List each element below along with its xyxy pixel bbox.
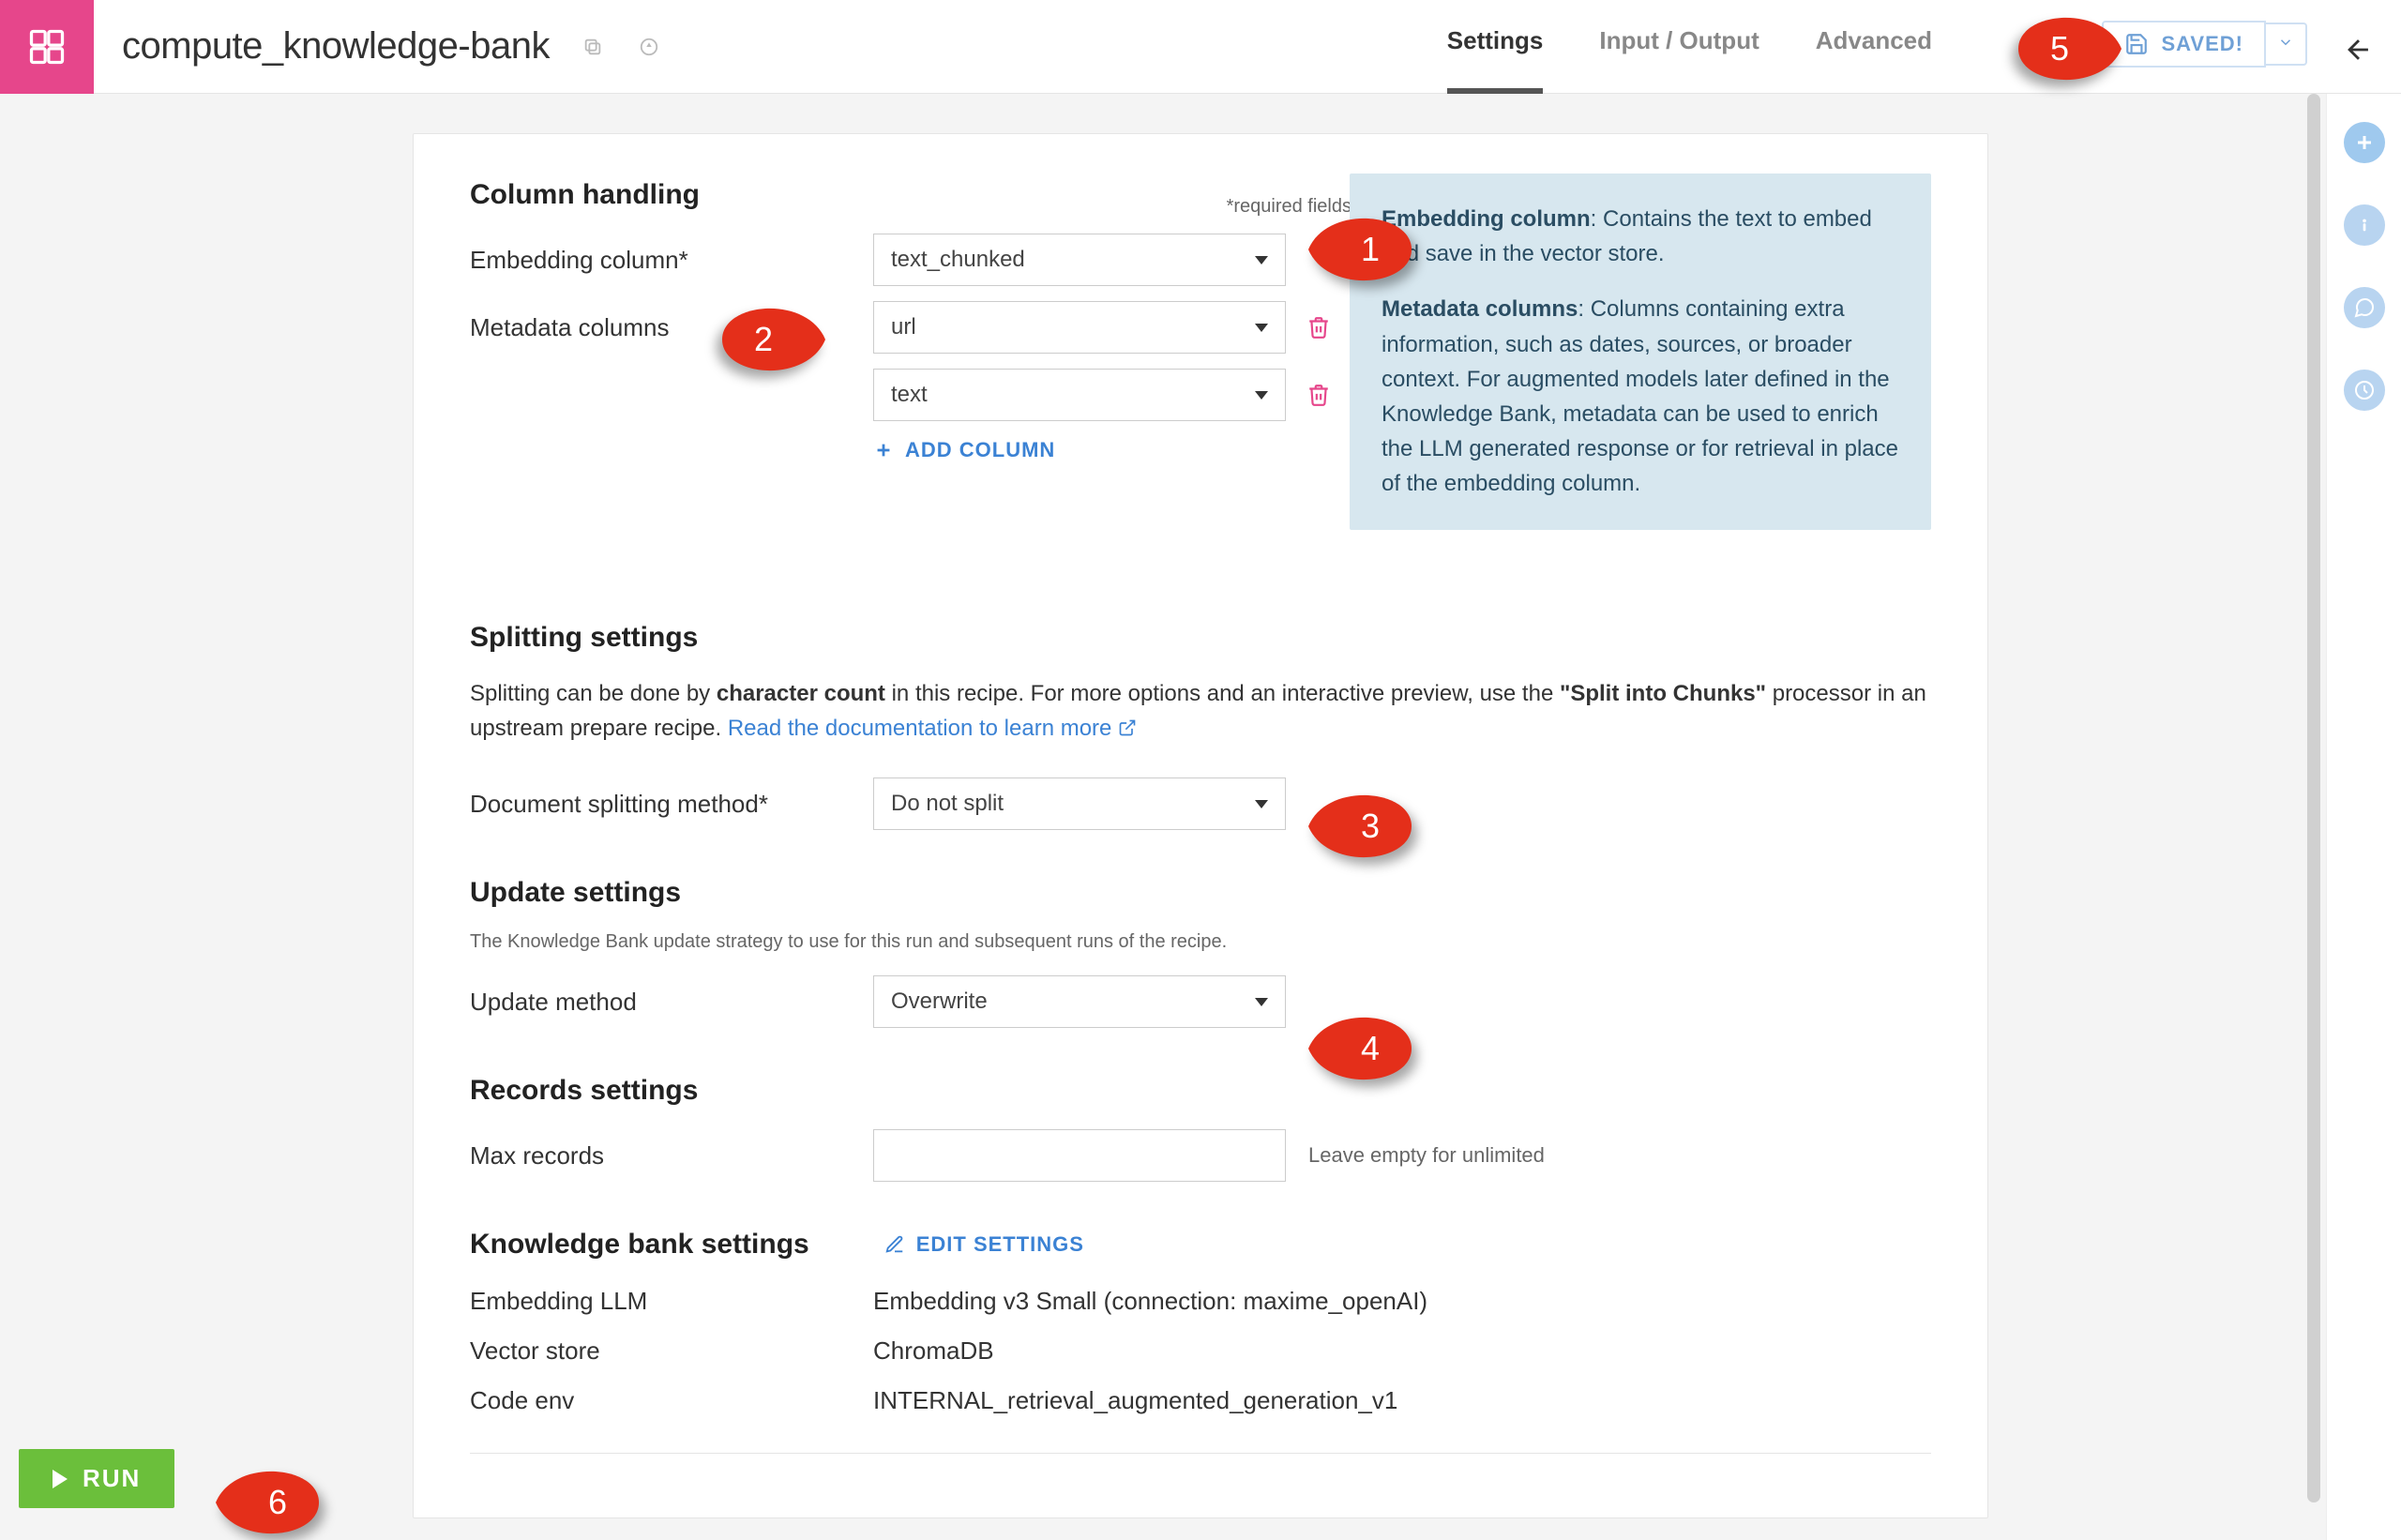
update-heading: Update settings xyxy=(470,877,1931,909)
play-icon xyxy=(53,1470,68,1488)
max-records-label: Max records xyxy=(470,1141,873,1170)
metadata-columns-label: Metadata columns xyxy=(470,313,873,342)
update-description: The Knowledge Bank update strategy to us… xyxy=(470,931,1931,953)
kb-llm-value: Embedding v3 Small (connection: maxime_o… xyxy=(873,1287,1427,1316)
top-bar: compute_knowledge-bank Settings Input / … xyxy=(0,0,2401,94)
metadata-column-select-1[interactable]: text xyxy=(873,369,1286,421)
column-handling-heading: Column handling xyxy=(470,179,700,211)
help-embedding-term: Embedding column xyxy=(1382,206,1591,232)
required-fields-note: *required fields xyxy=(1227,196,1352,218)
help-panel: Embedding column: Contains the text to e… xyxy=(1350,174,1931,530)
trash-icon xyxy=(1306,315,1331,340)
update-method-label: Update method xyxy=(470,988,873,1017)
rail-add-icon[interactable] xyxy=(2344,122,2385,163)
annotation-6: 6 xyxy=(216,1467,319,1538)
page-title: compute_knowledge-bank xyxy=(122,25,550,68)
tab-input-output[interactable]: Input / Output xyxy=(1599,0,1759,94)
edit-settings-label: EDIT SETTINGS xyxy=(916,1232,1084,1257)
scrollbar-thumb[interactable] xyxy=(2307,94,2320,1502)
saved-label: SAVED! xyxy=(2162,32,2244,56)
trash-icon xyxy=(1306,383,1331,407)
splitting-description: Splitting can be done by character count… xyxy=(470,676,1931,746)
splitting-method-value: Do not split xyxy=(891,791,1004,817)
save-icon xyxy=(2124,32,2149,56)
kb-codeenv-value: INTERNAL_retrieval_augmented_generation_… xyxy=(873,1386,1397,1415)
splitting-method-select[interactable]: Do not split xyxy=(873,778,1286,830)
kb-codeenv-label: Code env xyxy=(470,1386,873,1415)
max-records-hint: Leave empty for unlimited xyxy=(1308,1143,1545,1168)
kb-vectorstore-label: Vector store xyxy=(470,1336,873,1366)
saved-button[interactable]: SAVED! xyxy=(2102,21,2267,68)
chevron-down-icon xyxy=(1255,324,1268,332)
tab-settings[interactable]: Settings xyxy=(1447,0,1544,94)
copy-icon[interactable] xyxy=(574,28,612,66)
rail-info-icon[interactable] xyxy=(2344,204,2385,246)
edit-settings-button[interactable]: EDIT SETTINGS xyxy=(884,1232,1084,1257)
delete-metadata-1[interactable] xyxy=(1306,383,1331,407)
rail-chat-icon[interactable] xyxy=(2344,287,2385,328)
splitting-heading: Splitting settings xyxy=(470,622,1931,654)
title-actions xyxy=(574,28,668,66)
settings-panel: Column handling *required fields Embeddi… xyxy=(413,133,1988,1518)
save-button-group: SAVED! xyxy=(2102,21,2308,68)
recipe-type-icon xyxy=(0,0,94,94)
chevron-down-icon xyxy=(2277,34,2294,51)
embedding-column-value: text_chunked xyxy=(891,247,1025,273)
splitting-method-label: Document splitting method* xyxy=(470,790,873,819)
delete-metadata-0[interactable] xyxy=(1306,315,1331,340)
splitting-doc-link[interactable]: Read the documentation to learn more xyxy=(728,716,1137,741)
tab-advanced[interactable]: Advanced xyxy=(1816,0,1932,94)
pencil-icon xyxy=(884,1234,905,1255)
kb-heading: Knowledge bank settings xyxy=(470,1229,809,1261)
chevron-down-icon xyxy=(1255,256,1268,264)
back-arrow-icon[interactable] xyxy=(2343,34,2375,69)
tab-bar: Settings Input / Output Advanced xyxy=(1447,0,1932,94)
max-records-input[interactable] xyxy=(873,1129,1286,1182)
embedding-column-label: Embedding column* xyxy=(470,246,873,275)
embedding-column-select[interactable]: text_chunked xyxy=(873,234,1286,286)
saved-dropdown[interactable] xyxy=(2266,23,2307,66)
help-metadata-desc: : Columns containing extra information, … xyxy=(1382,296,1898,496)
chevron-down-icon xyxy=(1255,800,1268,808)
chevron-down-icon xyxy=(1255,391,1268,400)
external-link-icon xyxy=(1118,718,1137,737)
update-method-select[interactable]: Overwrite xyxy=(873,975,1286,1028)
add-column-label: ADD COLUMN xyxy=(905,438,1055,462)
kb-llm-label: Embedding LLM xyxy=(470,1287,873,1316)
run-label: RUN xyxy=(83,1464,141,1493)
metadata-column-select-0[interactable]: url xyxy=(873,301,1286,354)
plus-icon xyxy=(873,440,894,460)
update-method-value: Overwrite xyxy=(891,989,988,1015)
chevron-down-icon xyxy=(1255,998,1268,1006)
right-rail xyxy=(2326,94,2401,1540)
help-metadata-term: Metadata columns xyxy=(1382,296,1578,322)
kb-vectorstore-value: ChromaDB xyxy=(873,1336,994,1366)
refresh-icon[interactable] xyxy=(630,28,668,66)
metadata-column-value-1: text xyxy=(891,382,928,408)
records-heading: Records settings xyxy=(470,1075,1931,1107)
metadata-column-value-0: url xyxy=(891,314,916,340)
run-button[interactable]: RUN xyxy=(19,1449,174,1508)
rail-history-icon[interactable] xyxy=(2344,370,2385,411)
